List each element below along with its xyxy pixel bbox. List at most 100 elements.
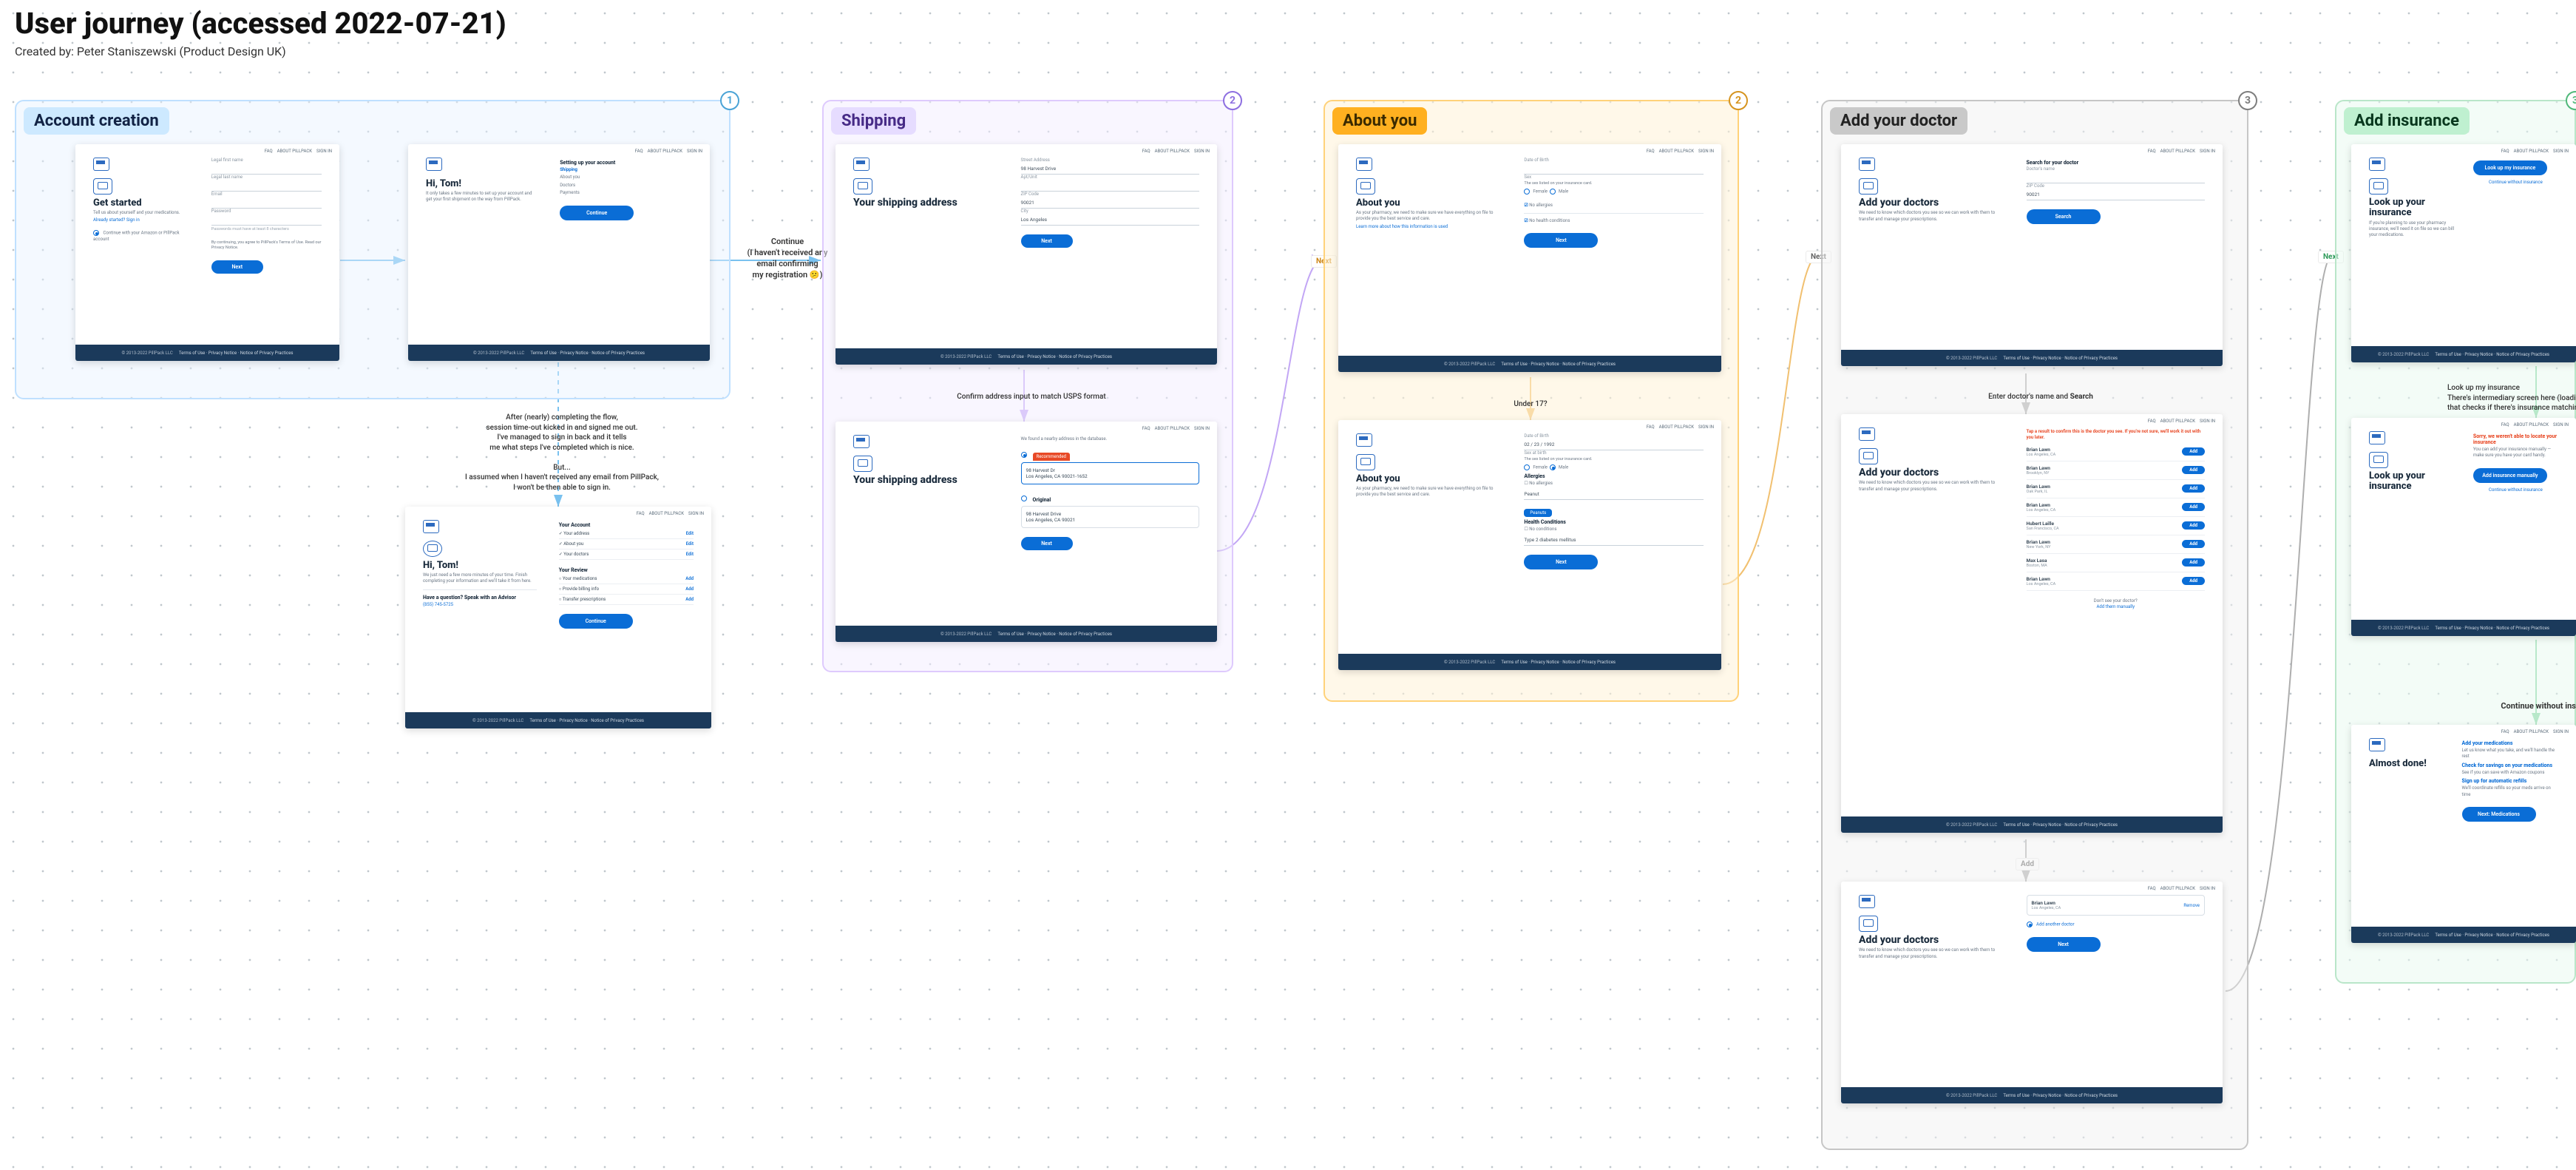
doctor-3-sub: We need to know which doctors you see so… xyxy=(1859,947,2004,960)
doctor-result-name: Brian Lawn xyxy=(2027,465,2050,471)
logo-icon xyxy=(1356,158,1372,171)
almost-done-next-button[interactable]: Next: Medications xyxy=(2462,807,2536,822)
doctor-result-add-button[interactable]: Add xyxy=(2182,484,2205,493)
no-allergies: No allergies xyxy=(1529,203,1553,208)
stethoscope-icon xyxy=(1859,916,1878,932)
doctor-result-name: Hubert Laille xyxy=(2027,521,2059,527)
section-insurance-badge: 3 xyxy=(2566,91,2576,110)
lookup-insurance-button[interactable]: Look up my insurance xyxy=(2473,160,2547,175)
hi-tom-continue-button[interactable]: Continue xyxy=(560,206,634,220)
doctor-result-add-button[interactable]: Add xyxy=(2182,577,2205,585)
about-learn-more: Learn more about how this information is… xyxy=(1356,224,1502,230)
doctor-result-row[interactable]: Brian LawnOak Park, ILAdd xyxy=(2027,480,2205,498)
doctor-result-add-button[interactable]: Add xyxy=(2182,466,2205,474)
doctor-result-addr: Boston, MA xyxy=(2027,564,2047,568)
label-sex: Sex xyxy=(1524,175,1704,180)
mock-doctor-1[interactable]: FAQABOUT PILLPACKSIGN IN Add your doctor… xyxy=(1841,144,2223,366)
doctor-result-add-button[interactable]: Add xyxy=(2182,540,2205,548)
pwd-hint: Passwords must have at least 8 character… xyxy=(211,227,322,233)
field-last: Legal last name xyxy=(211,175,322,180)
sex-note-2: The sex listed on your insurance card. xyxy=(1524,457,1704,463)
shipping-2-hint: We found a nearby address in the databas… xyxy=(1021,436,1199,442)
logo-icon xyxy=(1859,158,1875,171)
doctor-result-row[interactable]: Max LasaBoston, MAAdd xyxy=(2027,554,2205,572)
almost-row3: Sign up for automatic refills xyxy=(2462,778,2558,784)
mock-hi-tom[interactable]: FAQABOUT PILLPACKSIGN IN Hi, Tom! It onl… xyxy=(408,144,710,361)
shield-icon xyxy=(2369,452,2388,468)
insurance-1-sub: If you're planning to use your pharmacy … xyxy=(2369,220,2460,239)
almost-row1d: Let us know what you take, and we'll han… xyxy=(2462,748,2558,760)
dashboard-continue-button[interactable]: Continue xyxy=(559,614,633,629)
dashboard-title: Hi, Tom! xyxy=(423,560,537,571)
get-started-title: Get started xyxy=(93,197,189,209)
label-zip: ZIP Code xyxy=(1021,192,1199,197)
get-started-next-button[interactable]: Next xyxy=(211,260,263,274)
doctor-result-addr: Los Angeles, CA xyxy=(2027,453,2056,457)
mock-insurance-2[interactable]: FAQABOUT PILLPACKSIGN IN Look up your in… xyxy=(2351,418,2576,636)
radio-amazon xyxy=(93,230,99,236)
doctor-search-button[interactable]: Search xyxy=(2027,209,2101,224)
get-started-amazon: Continue with your Amazon or PillPack ac… xyxy=(93,230,180,241)
doctor-1-title: Add your doctors xyxy=(1859,197,2004,209)
shipping-2-next-button[interactable]: Next xyxy=(1021,537,1073,550)
label-city: City xyxy=(1021,209,1199,214)
logo-icon xyxy=(93,158,109,171)
shield-icon xyxy=(2369,178,2388,195)
add-manually-link: Add them manually xyxy=(2097,604,2135,609)
radio-original xyxy=(1021,496,1027,501)
logo-icon xyxy=(1859,427,1875,441)
shipping-1-next-button[interactable]: Next xyxy=(1021,234,1073,248)
logo-icon xyxy=(423,520,439,533)
doctor-result-row[interactable]: Brian LawnBrooklyn, NYAdd xyxy=(2027,461,2205,480)
get-started-signin: Already started? Sign in xyxy=(93,217,189,223)
doctor-result-add-button[interactable]: Add xyxy=(2182,558,2205,567)
field-first: Legal first name xyxy=(211,158,322,163)
shipping-2-title: Your shipping address xyxy=(853,475,999,486)
search-doctor-h: Search for your doctor xyxy=(2027,160,2205,166)
doctor-result-name: Brian Lawn xyxy=(2027,576,2056,582)
almost-row3d: We'll coordinate refills so your meds ar… xyxy=(2462,785,2558,798)
mock-get-started[interactable]: FAQABOUT PILLPACKSIGN IN Get started Tel… xyxy=(75,144,339,361)
annot-under-17: Under 17? xyxy=(1501,399,1560,410)
add-another-doctor: Add another doctor xyxy=(2036,922,2074,927)
about-2-next-button[interactable]: Next xyxy=(1524,555,1598,569)
doctor-result-row[interactable]: Brian LawnLos Angeles, CAAdd xyxy=(2027,498,2205,517)
field-pwd: Password xyxy=(211,209,322,214)
person-icon xyxy=(1356,454,1375,470)
mock-shipping-1[interactable]: FAQABOUT PILLPACKSIGN IN Your shipping a… xyxy=(835,144,1217,365)
add-insurance-manually-button[interactable]: Add insurance manually xyxy=(2473,468,2547,483)
mock-dashboard[interactable]: FAQABOUT PILLPACKSIGN IN Hi, Tom! We jus… xyxy=(405,507,711,728)
mock-about-2[interactable]: FAQABOUT PILLPACKSIGN IN About you As yo… xyxy=(1338,420,1721,670)
mock-about-1[interactable]: FAQABOUT PILLPACKSIGN IN About you As yo… xyxy=(1338,144,1721,372)
mock-doctor-2[interactable]: FAQABOUT PILLPACKSIGN IN Add your doctor… xyxy=(1841,414,2223,833)
doctor-result-add-button[interactable]: Add xyxy=(2182,503,2205,511)
mock-doctor-3[interactable]: FAQABOUT PILLPACKSIGN IN Add your doctor… xyxy=(1841,882,2223,1103)
addr-original: 98 Harvest DriveLos Angeles, CA 90021 xyxy=(1021,506,1199,528)
doctor-result-name: Brian Lawn xyxy=(2027,484,2050,490)
field-street: 98 Harvest Drive xyxy=(1021,163,1199,175)
doctor-result-row[interactable]: Brian LawnNew York, NYAdd xyxy=(2027,535,2205,554)
insurance-2-title: Look up your insurance xyxy=(2369,471,2460,493)
doctor-result-row[interactable]: Brian LawnLos Angeles, CAAdd xyxy=(2027,443,2205,461)
sun-icon xyxy=(423,541,442,557)
annot-usps: Confirm address input to match USPS form… xyxy=(950,392,1113,402)
setup-title: Setting up your account xyxy=(560,160,692,166)
doctor-result-add-button[interactable]: Add xyxy=(2182,521,2205,530)
doctor-result-row[interactable]: Brian LawnLos Angeles, CAAdd xyxy=(2027,572,2205,591)
doctor-3-next-button[interactable]: Next xyxy=(2027,937,2101,952)
mock-insurance-3[interactable]: FAQABOUT PILLPACKSIGN IN Almost done! Ad… xyxy=(2351,725,2576,943)
page-header: User journey (accessed 2022-07-21) Creat… xyxy=(15,7,506,58)
no-conditions: No health conditions xyxy=(1529,218,1570,223)
mock-shipping-2[interactable]: FAQABOUT PILLPACKSIGN IN Your shipping a… xyxy=(835,422,1217,642)
mock-insurance-1[interactable]: FAQABOUT PILLPACKSIGN IN Look up your in… xyxy=(2351,144,2576,362)
about-1-next-button[interactable]: Next xyxy=(1524,233,1598,248)
recommended-banner: Recommended xyxy=(1033,453,1070,461)
doctor-result-addr: New York, NY xyxy=(2027,545,2051,550)
doctor-remove: Remove xyxy=(2183,903,2200,908)
section-doctor-label: Add your doctor xyxy=(1830,107,1967,135)
doctor-result-row[interactable]: Hubert LailleSan Francisco, CAAdd xyxy=(2027,517,2205,535)
user-icon xyxy=(93,178,112,195)
tos-text: By continuing, you agree to PillPack's T… xyxy=(211,240,322,251)
doctor-result-add-button[interactable]: Add xyxy=(2182,447,2205,456)
dashboard-acct-h: Your Account xyxy=(559,522,694,528)
